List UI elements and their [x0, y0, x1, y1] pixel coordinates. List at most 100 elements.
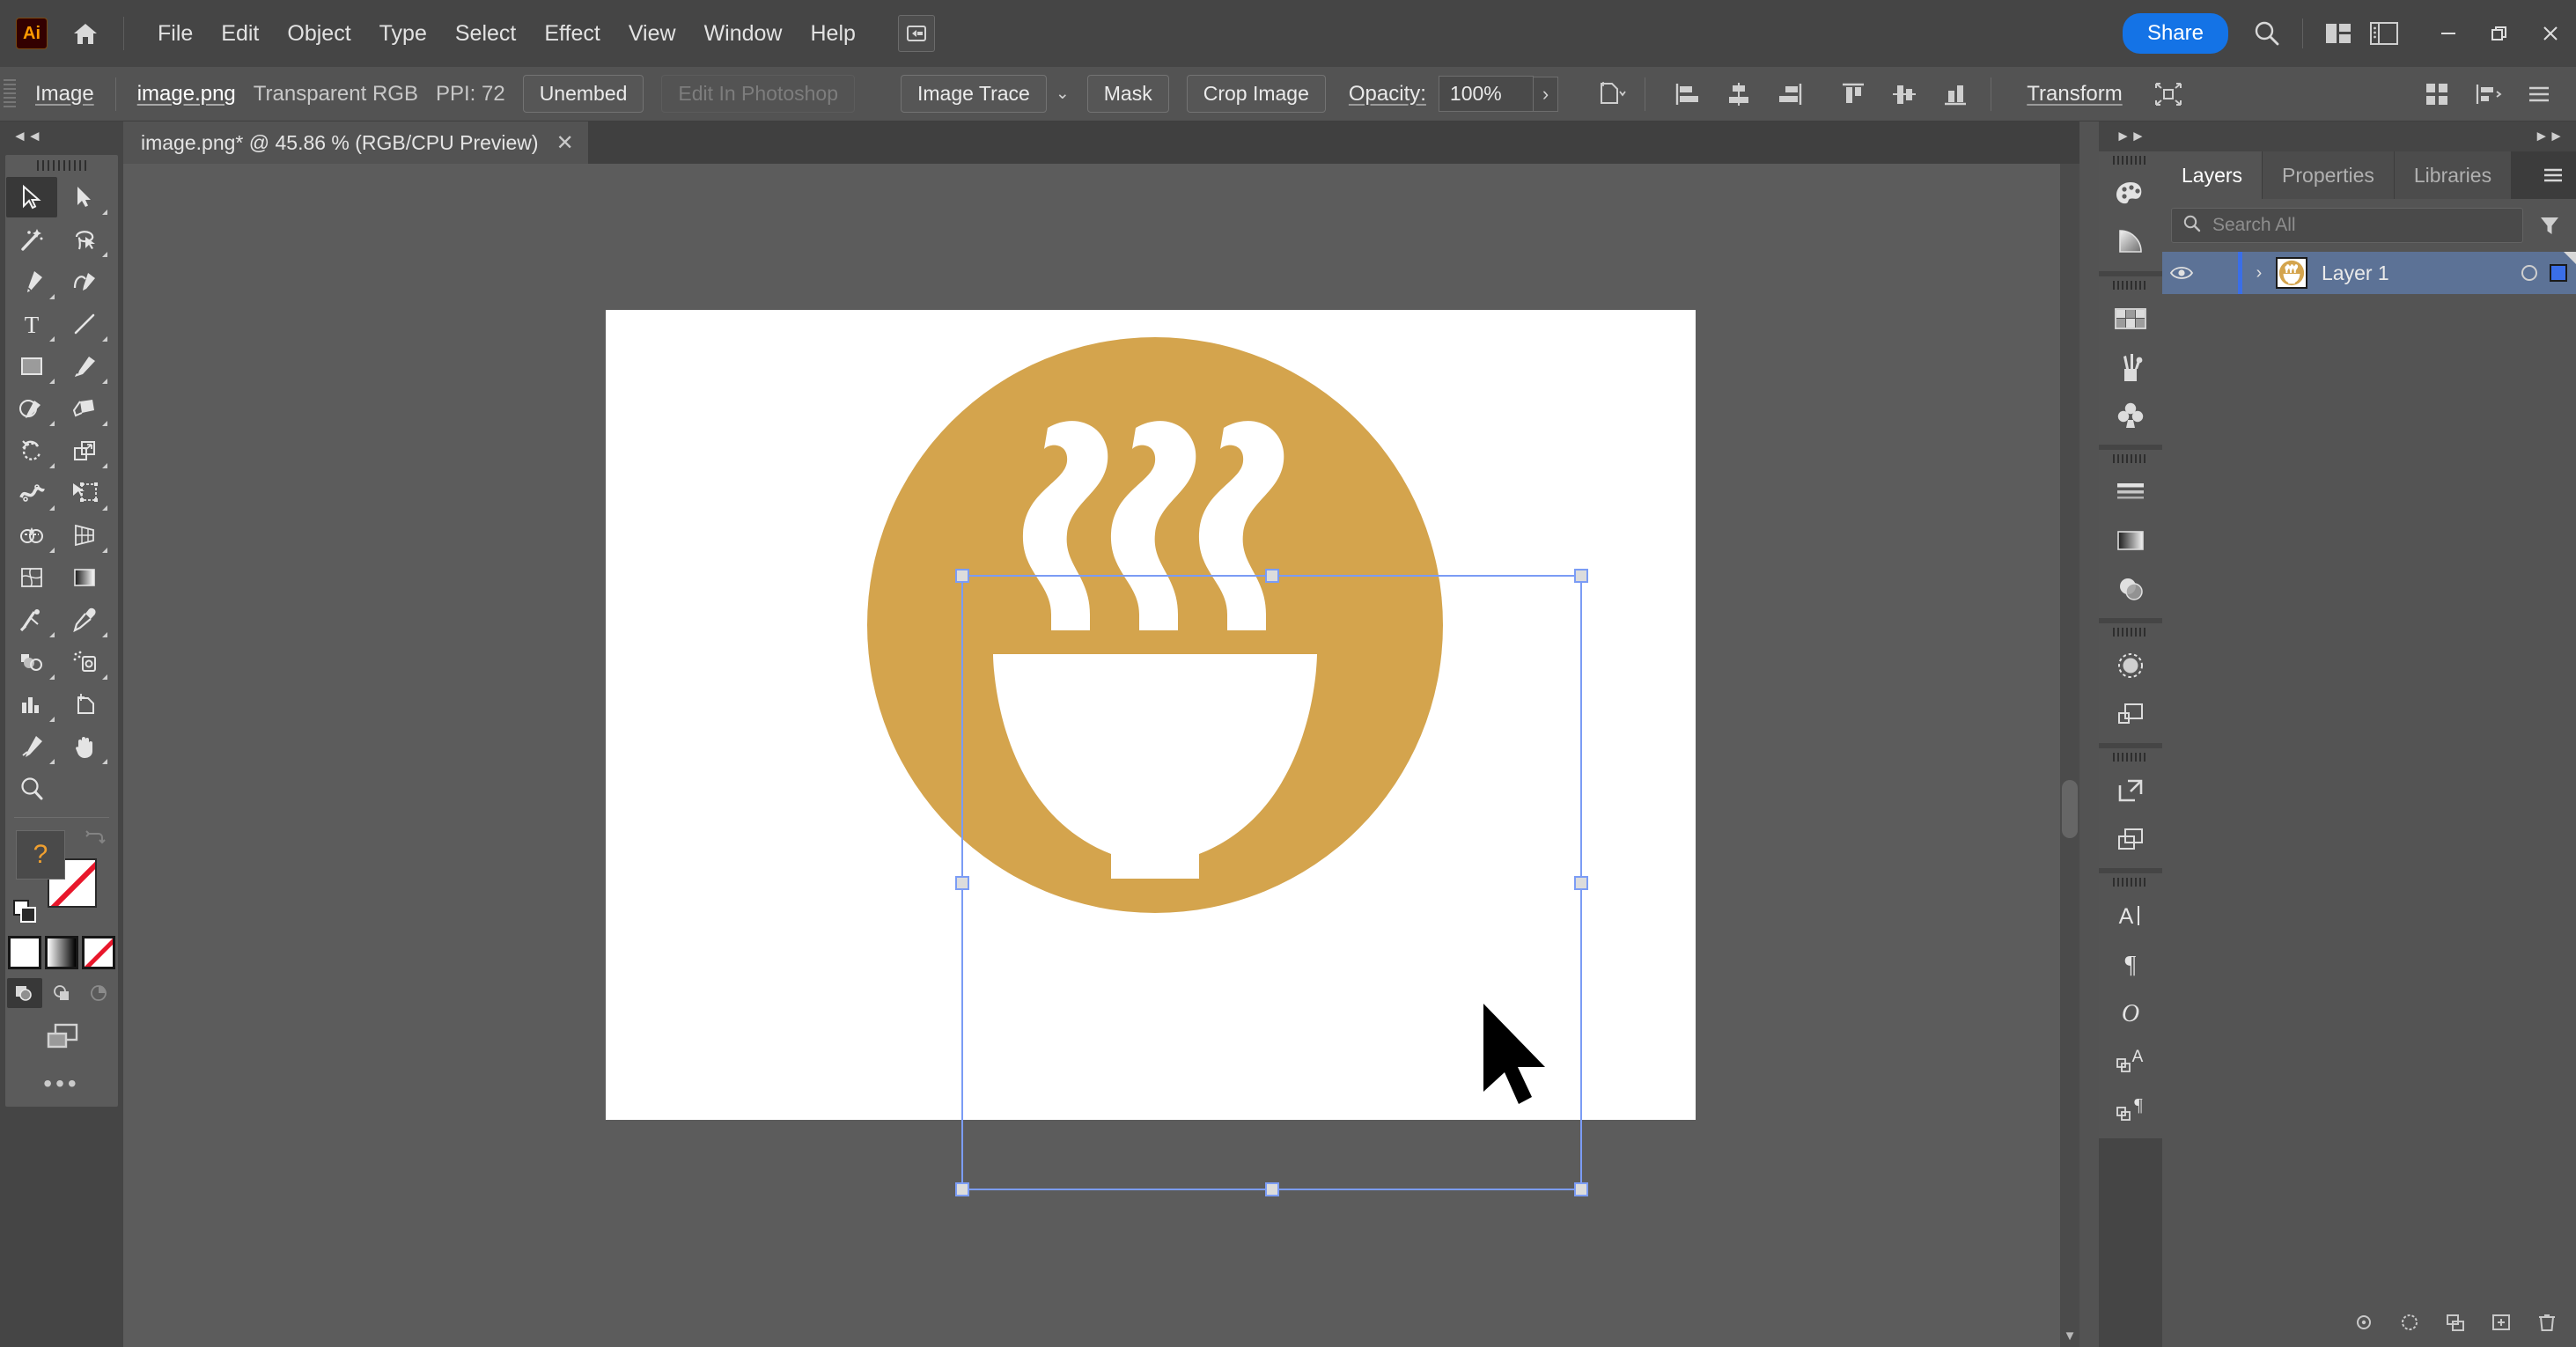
gradient-panel-icon[interactable]	[2099, 516, 2162, 564]
appearance-panel-icon[interactable]	[2099, 641, 2162, 689]
target-circle-icon[interactable]	[2521, 265, 2537, 281]
unembed-button[interactable]: Unembed	[523, 75, 644, 113]
column-graph-tool[interactable]	[6, 684, 57, 725]
search-icon[interactable]	[2244, 11, 2290, 56]
paragraph-panel-icon[interactable]: ¶	[2099, 939, 2162, 988]
make-clipping-mask-icon[interactable]	[2395, 1307, 2425, 1337]
reshape-icon[interactable]	[2147, 75, 2190, 114]
brushes-panel-icon[interactable]	[2099, 342, 2162, 391]
close-button[interactable]	[2525, 0, 2576, 67]
panel-menu-icon[interactable]	[2530, 151, 2576, 199]
document-tab[interactable]: image.png* @ 45.86 % (RGB/CPU Preview) ✕	[123, 121, 588, 164]
width-tool[interactable]	[6, 473, 57, 513]
linked-file-link[interactable]: image.png	[137, 82, 236, 107]
maximize-restore-button[interactable]	[2474, 0, 2525, 67]
transform-panel-link[interactable]: Transform	[2027, 82, 2122, 107]
collapse-panels-icon[interactable]: ►►	[2162, 121, 2576, 151]
draw-inside-icon[interactable]	[81, 978, 116, 1008]
align-left-icon[interactable]	[1667, 75, 1709, 114]
tab-layers[interactable]: Layers	[2162, 151, 2263, 199]
transparency-panel-icon[interactable]	[2099, 564, 2162, 613]
align-right-icon[interactable]	[1769, 75, 1811, 114]
arrange-documents-icon[interactable]	[2315, 11, 2361, 56]
menu-window[interactable]: Window	[690, 16, 797, 52]
dock-group-grip[interactable]	[2099, 450, 2162, 467]
shape-builder-tool[interactable]	[6, 515, 57, 556]
eraser-tool[interactable]	[59, 388, 110, 429]
swatches-panel-icon[interactable]	[2099, 294, 2162, 342]
asset-export-panel-icon[interactable]	[2099, 766, 2162, 814]
dock-group-grip[interactable]	[2099, 276, 2162, 294]
character-panel-icon[interactable]: A	[2099, 891, 2162, 939]
image-trace-button[interactable]: Image Trace	[901, 75, 1047, 113]
draw-normal-icon[interactable]	[7, 978, 42, 1008]
dock-group-grip[interactable]	[2099, 748, 2162, 766]
none-swatch-button[interactable]	[82, 936, 115, 969]
align-horizontal-center-icon[interactable]	[1718, 75, 1760, 114]
selection-handle-bottom-center[interactable]	[1265, 1182, 1279, 1196]
panel-menu-icon[interactable]	[2518, 75, 2560, 114]
align-bottom-icon[interactable]	[1934, 75, 1976, 114]
eye-icon[interactable]	[2162, 264, 2201, 282]
selected-square[interactable]	[2550, 264, 2567, 282]
zoom-tool[interactable]	[6, 769, 57, 809]
dock-group-grip[interactable]	[2099, 873, 2162, 891]
minimize-button[interactable]	[2423, 0, 2474, 67]
control-bar-grip[interactable]	[4, 79, 16, 109]
tools-panel-grip[interactable]	[5, 155, 118, 176]
dock-group-grip[interactable]	[2099, 151, 2162, 169]
selection-handle-bottom-right[interactable]	[1574, 1182, 1588, 1196]
menu-object[interactable]: Object	[273, 16, 364, 52]
canvas-area[interactable]: ▼	[123, 164, 2079, 1347]
gradient-swatch-button[interactable]	[45, 936, 78, 969]
graphic-styles-panel-icon[interactable]	[2099, 689, 2162, 738]
slice-tool[interactable]	[6, 726, 57, 767]
free-transform-tool[interactable]	[59, 473, 110, 513]
draw-behind-icon[interactable]	[44, 978, 79, 1008]
rectangle-tool[interactable]	[6, 346, 57, 386]
menu-type[interactable]: Type	[365, 16, 441, 52]
create-sublayer-icon[interactable]	[2440, 1307, 2470, 1337]
symbol-sprayer-tool[interactable]	[6, 642, 57, 682]
hand-tool[interactable]	[59, 726, 110, 767]
expand-panels-icon[interactable]: ►►	[2099, 121, 2162, 151]
default-fill-stroke-icon[interactable]	[12, 899, 39, 925]
edit-toolbar-button[interactable]: •••	[5, 1070, 118, 1098]
search-input[interactable]	[2171, 208, 2523, 243]
selection-tool[interactable]	[6, 177, 57, 217]
paragraph-styles-panel-icon[interactable]: ¶	[2099, 1085, 2162, 1133]
symbol-spray-can-icon[interactable]	[59, 642, 110, 682]
color-guide-panel-icon[interactable]	[2099, 217, 2162, 266]
arrange-icon[interactable]	[2416, 75, 2458, 114]
mesh-tool[interactable]	[6, 557, 57, 598]
dock-group-grip[interactable]	[2099, 623, 2162, 641]
scrollbar-thumb[interactable]	[2062, 780, 2078, 838]
layer-name[interactable]: Layer 1	[2322, 261, 2389, 285]
perspective-grid-tool[interactable]	[59, 515, 110, 556]
color-swatch-button[interactable]	[8, 936, 41, 969]
menu-select[interactable]: Select	[441, 16, 530, 52]
screen-mode-button[interactable]	[5, 1020, 118, 1052]
menu-effect[interactable]: Effect	[530, 16, 614, 52]
opacity-input[interactable]: 100%	[1439, 76, 1534, 112]
delete-selection-icon[interactable]	[2532, 1307, 2562, 1337]
menu-file[interactable]: File	[144, 16, 207, 52]
line-segment-tool[interactable]	[59, 304, 110, 344]
home-icon[interactable]	[67, 15, 104, 52]
symbols-panel-icon[interactable]	[2099, 391, 2162, 439]
curvature-tool[interactable]	[59, 261, 110, 302]
crop-image-button[interactable]: Crop Image	[1187, 75, 1326, 113]
gradient-tool[interactable]	[59, 557, 110, 598]
tab-properties[interactable]: Properties	[2263, 151, 2395, 199]
glyphs-panel-icon[interactable]: O	[2099, 988, 2162, 1036]
collapse-panel-icon[interactable]: ◄◄	[0, 121, 123, 151]
pen-tool[interactable]	[6, 261, 57, 302]
shaper-tool[interactable]	[6, 388, 57, 429]
character-styles-panel-icon[interactable]: A	[2099, 1036, 2162, 1085]
menu-help[interactable]: Help	[796, 16, 869, 52]
swap-fill-stroke-icon[interactable]	[85, 827, 107, 850]
chevron-right-icon[interactable]: ›	[2242, 263, 2276, 283]
scale-tool[interactable]	[59, 431, 110, 471]
search-field[interactable]	[2212, 215, 2512, 236]
tab-libraries[interactable]: Libraries	[2395, 151, 2512, 199]
